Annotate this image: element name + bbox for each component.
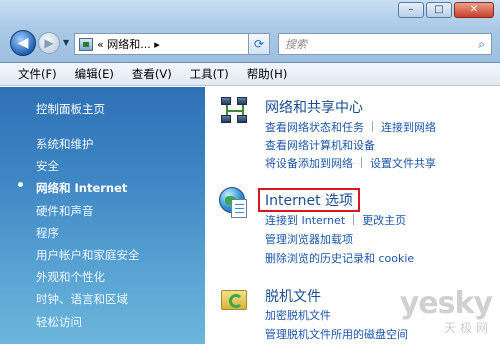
link-manage-browser-addons[interactable]: 管理浏览器加载项 (265, 233, 353, 246)
menu-tools[interactable]: 工具(T) (181, 66, 238, 82)
sidebar-item-system[interactable]: 系统和维护 (36, 133, 140, 155)
window-chrome: – □ ✕ ◀ ▶ ▼ « 网络和... ▸ ▼ ⟳ 搜索 ⌕ (0, 0, 500, 63)
link-manage-offline-disk-space[interactable]: 管理脱机文件所用的磁盘空间 (265, 328, 408, 341)
link-separator (361, 157, 362, 168)
link-change-homepage[interactable]: 更改主页 (362, 214, 406, 227)
maximize-button[interactable]: □ (426, 2, 452, 18)
link-delete-browsing-history[interactable]: 删除浏览的历史记录和 cookie (265, 252, 414, 265)
refresh-button[interactable]: ⟳ (248, 33, 270, 55)
link-row: 管理脱机文件所用的磁盘空间 (265, 326, 408, 342)
link-row: 连接到 Internet 更改主页 (265, 212, 406, 228)
link-row: 管理浏览器加载项 (265, 231, 353, 247)
document-icon (231, 199, 247, 218)
menu-help[interactable]: 帮助(H) (238, 66, 297, 82)
link-row: 查看网络计算机和设备 (265, 137, 375, 153)
sidebar-list: 系统和维护 安全 网络和 Internet 硬件和声音 程序 用户帐户和家庭安全… (36, 133, 140, 333)
link-connect-to-internet[interactable]: 连接到 Internet (265, 214, 345, 227)
watermark-subtitle: 天极网 (443, 321, 492, 335)
category-offline-files[interactable]: 脱机文件 (265, 286, 321, 306)
content-pane: 网络和共享中心 查看网络状态和任务 连接到网络 查看网络计算机和设备 将设备添加到… (205, 87, 500, 344)
sidebar: 控制面板主页 系统和维护 安全 网络和 Internet 硬件和声音 程序 用户… (0, 87, 205, 344)
link-separator (372, 121, 373, 132)
forward-button[interactable]: ▶ (38, 32, 60, 54)
sidebar-item-appearance[interactable]: 外观和个性化 (36, 266, 140, 288)
control-panel-icon (79, 37, 93, 51)
close-button[interactable]: ✕ (454, 2, 494, 18)
window-controls: – □ ✕ (398, 2, 494, 18)
search-placeholder: 搜索 (285, 38, 307, 51)
sidebar-item-clock-language[interactable]: 时钟、语言和区域 (36, 288, 140, 310)
offline-files-icon (219, 284, 251, 316)
back-button[interactable]: ◀ (10, 30, 36, 56)
menu-bar: 文件(F) 编辑(E) 查看(V) 工具(T) 帮助(H) (0, 63, 500, 86)
sync-icon (229, 294, 243, 308)
search-icon[interactable]: ⌕ (478, 37, 485, 52)
address-bar[interactable]: « 网络和... ▸ ▼ (74, 33, 269, 55)
menu-view[interactable]: 查看(V) (123, 66, 181, 82)
sidebar-item-user-accounts[interactable]: 用户帐户和家庭安全 (36, 244, 140, 266)
sidebar-item-network[interactable]: 网络和 Internet (36, 177, 140, 199)
internet-options-icon (219, 187, 251, 219)
sidebar-item-ease-of-access[interactable]: 轻松访问 (36, 311, 140, 333)
address-path: « 网络和... ▸ (97, 38, 160, 51)
search-input[interactable]: 搜索 ⌕ (278, 33, 492, 55)
link-view-network-computers[interactable]: 查看网络计算机和设备 (265, 139, 375, 152)
link-encrypt-offline-files[interactable]: 加密脱机文件 (265, 309, 331, 322)
network-icon (219, 95, 251, 127)
link-separator (353, 214, 355, 225)
active-bullet-icon (18, 182, 23, 187)
sidebar-item-programs[interactable]: 程序 (36, 222, 140, 244)
refresh-icon: ⟳ (253, 37, 265, 51)
minimize-button[interactable]: – (398, 2, 424, 18)
sidebar-item-security[interactable]: 安全 (36, 155, 140, 177)
link-set-up-file-sharing[interactable]: 设置文件共享 (370, 157, 436, 170)
forward-arrow-icon: ▶ (44, 36, 54, 50)
link-connect-to-network[interactable]: 连接到网络 (381, 121, 436, 134)
sidebar-home-link[interactable]: 控制面板主页 (36, 101, 105, 117)
back-arrow-icon: ◀ (17, 35, 29, 51)
recent-pages-dropdown[interactable]: ▼ (63, 38, 69, 47)
link-row: 查看网络状态和任务 连接到网络 (265, 119, 436, 135)
link-row: 删除浏览的历史记录和 cookie (265, 250, 414, 266)
category-internet-options[interactable]: Internet 选项 (258, 188, 361, 212)
link-row: 加密脱机文件 (265, 307, 331, 323)
link-add-device-to-network[interactable]: 将设备添加到网络 (265, 157, 353, 170)
menu-file[interactable]: 文件(F) (9, 66, 66, 82)
watermark: yesky 天极网 (399, 286, 493, 336)
sidebar-item-hardware[interactable]: 硬件和声音 (36, 200, 140, 222)
watermark-logo: yesky (399, 286, 493, 321)
category-network-sharing-center[interactable]: 网络和共享中心 (265, 97, 363, 117)
link-view-network-status[interactable]: 查看网络状态和任务 (265, 121, 364, 134)
link-row: 将设备添加到网络 设置文件共享 (265, 155, 436, 171)
menu-edit[interactable]: 编辑(E) (66, 66, 123, 82)
